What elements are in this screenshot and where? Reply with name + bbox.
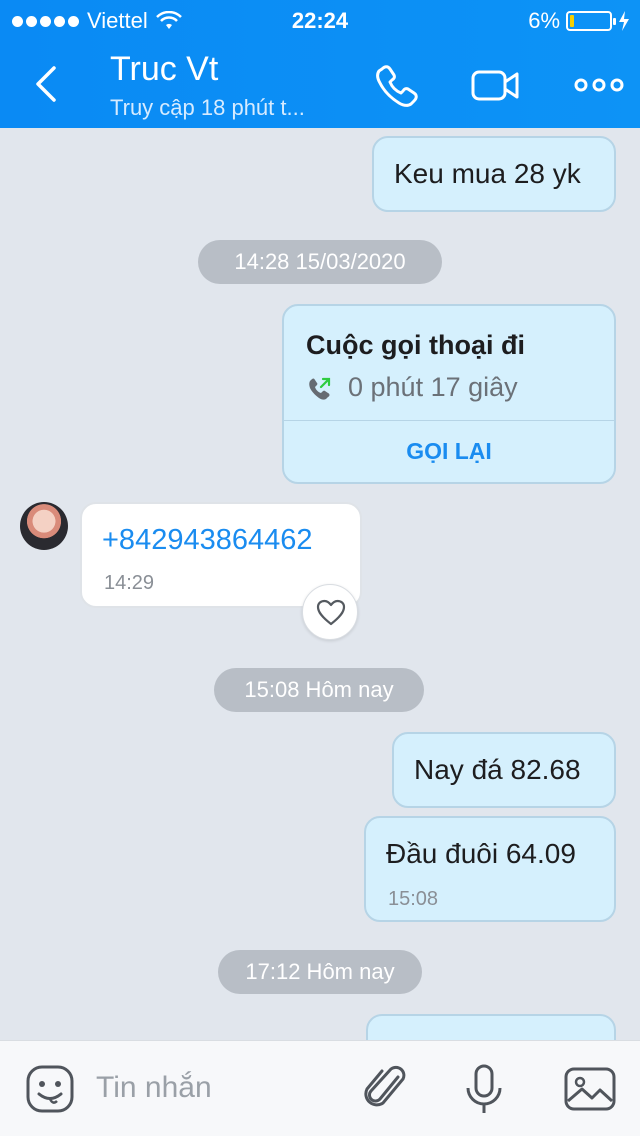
last-seen-status: Truy cập 18 phút t... (110, 95, 305, 120)
date-separator: 17:12 Hôm nay (218, 950, 422, 994)
voice-call-button[interactable] (372, 60, 422, 110)
avatar[interactable] (20, 502, 68, 550)
message-text: Đầu đuôi 64.09 (386, 838, 576, 869)
outgoing-call-icon (309, 377, 331, 400)
more-icon (574, 78, 624, 92)
attachment-icon (364, 1065, 406, 1107)
voice-message-button[interactable] (456, 1061, 512, 1117)
image-icon (564, 1067, 616, 1111)
outgoing-message[interactable]: Đầu đuôi 64.09 15:08 (364, 816, 616, 922)
call-card[interactable]: Cuộc gọi thoại đi 0 phút 17 giây GỌI LẠI (282, 304, 616, 484)
call-back-button[interactable]: GỌI LẠI (284, 420, 614, 482)
call-title: Cuộc gọi thoại đi (306, 330, 525, 360)
battery-icon (566, 11, 616, 31)
video-icon (471, 70, 519, 101)
outgoing-message[interactable]: Keu mua 28 yk (372, 136, 616, 212)
call-duration: 0 phút 17 giây (348, 372, 518, 402)
outgoing-message[interactable]: Nay đá 82.68 (392, 732, 616, 808)
back-button[interactable] (30, 62, 70, 106)
video-call-button[interactable] (470, 60, 520, 110)
message-composer: Tin nhắn (0, 1040, 640, 1136)
contact-name[interactable]: Truc Vt (110, 50, 218, 89)
message-time: 14:29 (104, 572, 155, 594)
microphone-icon (466, 1064, 502, 1113)
emoji-button[interactable] (22, 1061, 78, 1117)
message-text: Keu mua 28 yk (394, 158, 581, 189)
date-separator: 14:28 15/03/2020 (198, 240, 442, 284)
message-text: Nay đá 82.68 (414, 754, 581, 785)
message-time: 15:08 (388, 888, 439, 910)
status-bar: Viettel 22:24 6% (0, 0, 640, 40)
react-button[interactable] (302, 584, 358, 640)
battery-percent: 6% (528, 8, 560, 33)
charging-bolt-icon (619, 11, 629, 31)
phone-icon (376, 65, 418, 107)
top-bar: Viettel 22:24 6% Truc Vt Truy cập 18 phú… (0, 0, 640, 128)
heart-icon (316, 599, 346, 626)
attach-button[interactable] (360, 1061, 416, 1117)
message-input[interactable]: Tin nhắn (96, 1071, 212, 1105)
date-separator: 15:08 Hôm nay (214, 668, 424, 712)
phone-number-link[interactable]: +842943864462 (102, 524, 312, 557)
photo-button[interactable] (562, 1061, 618, 1117)
more-options-button[interactable] (574, 60, 624, 110)
back-chevron-icon (36, 66, 56, 102)
emoji-icon (26, 1065, 74, 1113)
